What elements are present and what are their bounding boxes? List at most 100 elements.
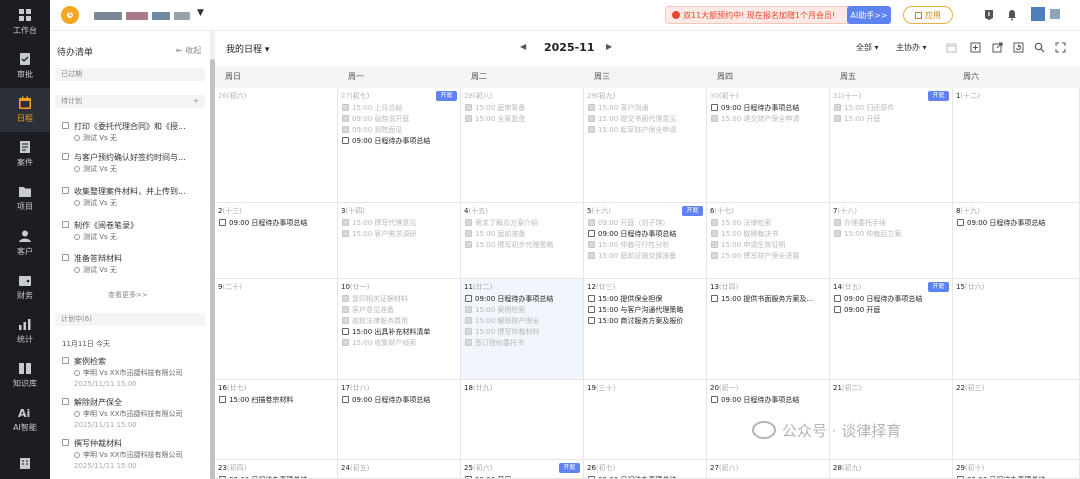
day-cell[interactable]: 11(廿二) 09:00 日程待办事项总结 15:00 案例检索 15:00 解除财产… xyxy=(461,279,584,380)
schedule-event[interactable]: 15:00 开庭 xyxy=(834,114,880,124)
org-name-redacted[interactable] xyxy=(94,12,122,20)
event-checkbox[interactable] xyxy=(588,295,595,302)
day-cell[interactable]: 24(初五) xyxy=(338,460,461,479)
schedule-event[interactable]: 15:00 客户需求调研 xyxy=(342,229,416,239)
schedule-event[interactable]: 15:00 撰写初步代理策略 xyxy=(465,240,553,250)
nav-item-5[interactable]: 客户 xyxy=(0,221,50,265)
schedule-event[interactable]: 09:00 日程待办事项总结 xyxy=(957,475,1045,478)
section-planned[interactable]: 计划中(6) xyxy=(55,313,205,326)
schedule-event[interactable]: 15:00 庭前准备 xyxy=(465,229,525,239)
event-checkbox[interactable] xyxy=(465,104,472,111)
section-overdue[interactable]: 已过期 xyxy=(55,68,205,81)
todo-checkbox[interactable] xyxy=(62,254,69,261)
todo-item[interactable]: 制作《阅卷笔录》 测试 Vs 无 xyxy=(62,220,205,248)
event-checkbox[interactable] xyxy=(588,252,595,259)
planned-item[interactable]: 撰写仲裁材料 李明 Vs XX市迅捷科技有限公司 2025/11/11 15:00 xyxy=(62,438,205,474)
day-cell[interactable]: 31(十一) 开庭 15:00 归还原件 15:00 开庭 xyxy=(830,88,953,203)
planned-checkbox[interactable] xyxy=(62,357,69,364)
event-checkbox[interactable] xyxy=(834,104,841,111)
org-switch-caret-icon[interactable]: ▼ xyxy=(197,8,204,18)
event-checkbox[interactable] xyxy=(834,306,841,313)
nav-item-1[interactable]: 审批 xyxy=(0,44,50,88)
event-checkbox[interactable] xyxy=(465,241,472,248)
ai-assistant-button[interactable]: AI助手>> xyxy=(847,6,891,24)
event-checkbox[interactable] xyxy=(342,115,349,122)
event-checkbox[interactable] xyxy=(711,230,718,237)
event-checkbox[interactable] xyxy=(342,328,349,335)
event-checkbox[interactable] xyxy=(834,219,841,226)
notice-icon[interactable] xyxy=(983,9,995,21)
event-checkbox[interactable] xyxy=(465,219,472,226)
schedule-event[interactable]: 15:00 法律检索 xyxy=(711,218,771,228)
todo-item[interactable]: 收集整理案件材料，并上传到... 测试 Vs 无 xyxy=(62,186,205,214)
day-cell[interactable]: 15(廿六) xyxy=(953,279,1080,380)
filter-all-dropdown[interactable]: 全部 ▾ xyxy=(856,42,879,53)
event-checkbox[interactable] xyxy=(588,219,595,226)
event-checkbox[interactable] xyxy=(465,317,472,324)
day-cell[interactable]: 28(初八) 15:00 庭审筹备 15:00 全案复盘 xyxy=(461,88,584,203)
todo-checkbox[interactable] xyxy=(62,187,69,194)
next-month-button[interactable]: ▶ xyxy=(606,42,612,51)
schedule-event[interactable]: 15:00 商讨服务方案及报价 xyxy=(588,316,683,326)
event-checkbox[interactable] xyxy=(588,306,595,313)
view-more-link[interactable]: 查看更多>> xyxy=(108,290,148,300)
nav-item-10[interactable] xyxy=(0,441,50,479)
event-checkbox[interactable] xyxy=(465,230,472,237)
event-checkbox[interactable] xyxy=(711,115,718,122)
schedule-event[interactable]: 复印相关证据材料 xyxy=(342,294,408,304)
schedule-event[interactable]: 15:00 归还原件 xyxy=(834,103,894,113)
todo-item[interactable]: 准备答辩材料 测试 Vs 无 xyxy=(62,253,205,281)
event-checkbox[interactable] xyxy=(465,339,472,346)
my-schedule-dropdown[interactable]: 我的日程 ▾ xyxy=(226,42,269,55)
schedule-event[interactable]: 09:00 日程待办事项总结 xyxy=(465,294,553,304)
event-checkbox[interactable] xyxy=(588,115,595,122)
nav-item-4[interactable]: 项目 xyxy=(0,176,50,220)
schedule-event[interactable]: 15:00 递交财产保全申请 xyxy=(711,114,799,124)
schedule-event[interactable]: 15:00 撰写仲裁材料 xyxy=(465,327,539,337)
schedule-event[interactable]: 09:00 张晓说开庭 xyxy=(342,114,409,124)
day-cell[interactable]: 28(初九) xyxy=(830,460,953,479)
schedule-event[interactable]: 09:00 日程待办事项总结 xyxy=(711,103,799,113)
day-cell[interactable]: 9(二十) xyxy=(215,279,338,380)
calendar-view-icon[interactable] xyxy=(946,42,957,53)
day-cell[interactable]: 13(廿四) 15:00 提供书面服务方案及... xyxy=(707,279,830,380)
day-cell[interactable]: 1(十二) xyxy=(953,88,1080,203)
day-cell[interactable]: 8(十九) 09:00 日程待办事项总结 xyxy=(953,203,1080,279)
schedule-event[interactable]: 15:00 庭前证据交换准备 xyxy=(588,251,676,261)
apps-button[interactable]: 应用 xyxy=(903,6,953,24)
user-menu-icon[interactable] xyxy=(1050,9,1060,19)
todo-checkbox[interactable] xyxy=(62,153,69,160)
schedule-event[interactable]: 09:00 日程待办事项总结 xyxy=(588,475,676,478)
day-cell[interactable]: 16(廿七) 15:00 扫描卷宗材料 xyxy=(215,380,338,460)
sync-icon[interactable] xyxy=(1013,42,1024,53)
nav-item-3[interactable]: 案件 xyxy=(0,132,50,176)
schedule-event[interactable]: 09:00 日程待办事项总结 xyxy=(219,218,307,228)
schedule-event[interactable]: 需求了解及方案介绍 xyxy=(465,218,538,228)
todo-item[interactable]: 打印《委托代理合同》和《授... 测试 Vs 无 xyxy=(62,121,205,149)
user-avatar[interactable] xyxy=(1031,7,1045,21)
event-checkbox[interactable] xyxy=(465,306,472,313)
schedule-event[interactable]: 15:00 撰写财产保全进展 xyxy=(711,251,799,261)
event-checkbox[interactable] xyxy=(588,317,595,324)
schedule-event[interactable]: 15:00 撰写代理意见 xyxy=(342,218,416,228)
day-cell[interactable]: 27(初七) 开庭 15:00 上月总结 09:00 张晓说开庭 09:00 到院面见 0… xyxy=(338,88,461,203)
event-checkbox[interactable] xyxy=(342,137,349,144)
schedule-event[interactable]: 09:00 日程待办事项总结 xyxy=(711,395,799,405)
add-schedule-icon[interactable] xyxy=(970,42,981,53)
day-cell[interactable]: 29(初九) 15:00 客户沟通 15:00 提交书面代理意见 15:00 起草财产… xyxy=(584,88,707,203)
schedule-event[interactable]: 15:00 出具补充材料清单 xyxy=(342,327,430,337)
event-checkbox[interactable] xyxy=(342,104,349,111)
schedule-event[interactable]: 15:00 解除财产保全 xyxy=(465,316,539,326)
event-checkbox[interactable] xyxy=(342,126,349,133)
schedule-event[interactable]: 15:00 案例检索 xyxy=(465,305,525,315)
bell-icon[interactable] xyxy=(1006,9,1018,21)
day-cell[interactable]: 12(廿三) 15:00 提供保全担保 15:00 与客户沟通代理策略 15:00 商… xyxy=(584,279,707,380)
nav-item-6[interactable]: 财务 xyxy=(0,265,50,309)
filter-host-dropdown[interactable]: 主协办 ▾ xyxy=(896,42,927,53)
day-cell[interactable]: 20(初一) 09:00 日程待办事项总结 xyxy=(707,380,830,460)
schedule-event[interactable]: 15:00 提交书面代理意见 xyxy=(588,114,676,124)
event-checkbox[interactable] xyxy=(342,230,349,237)
schedule-event[interactable]: 15:00 上月总结 xyxy=(342,103,402,113)
event-checkbox[interactable] xyxy=(342,306,349,313)
day-cell[interactable]: 6(十七) 15:00 法律检索 15:00 取得裁决书 15:00 申请生效证明 15… xyxy=(707,203,830,279)
